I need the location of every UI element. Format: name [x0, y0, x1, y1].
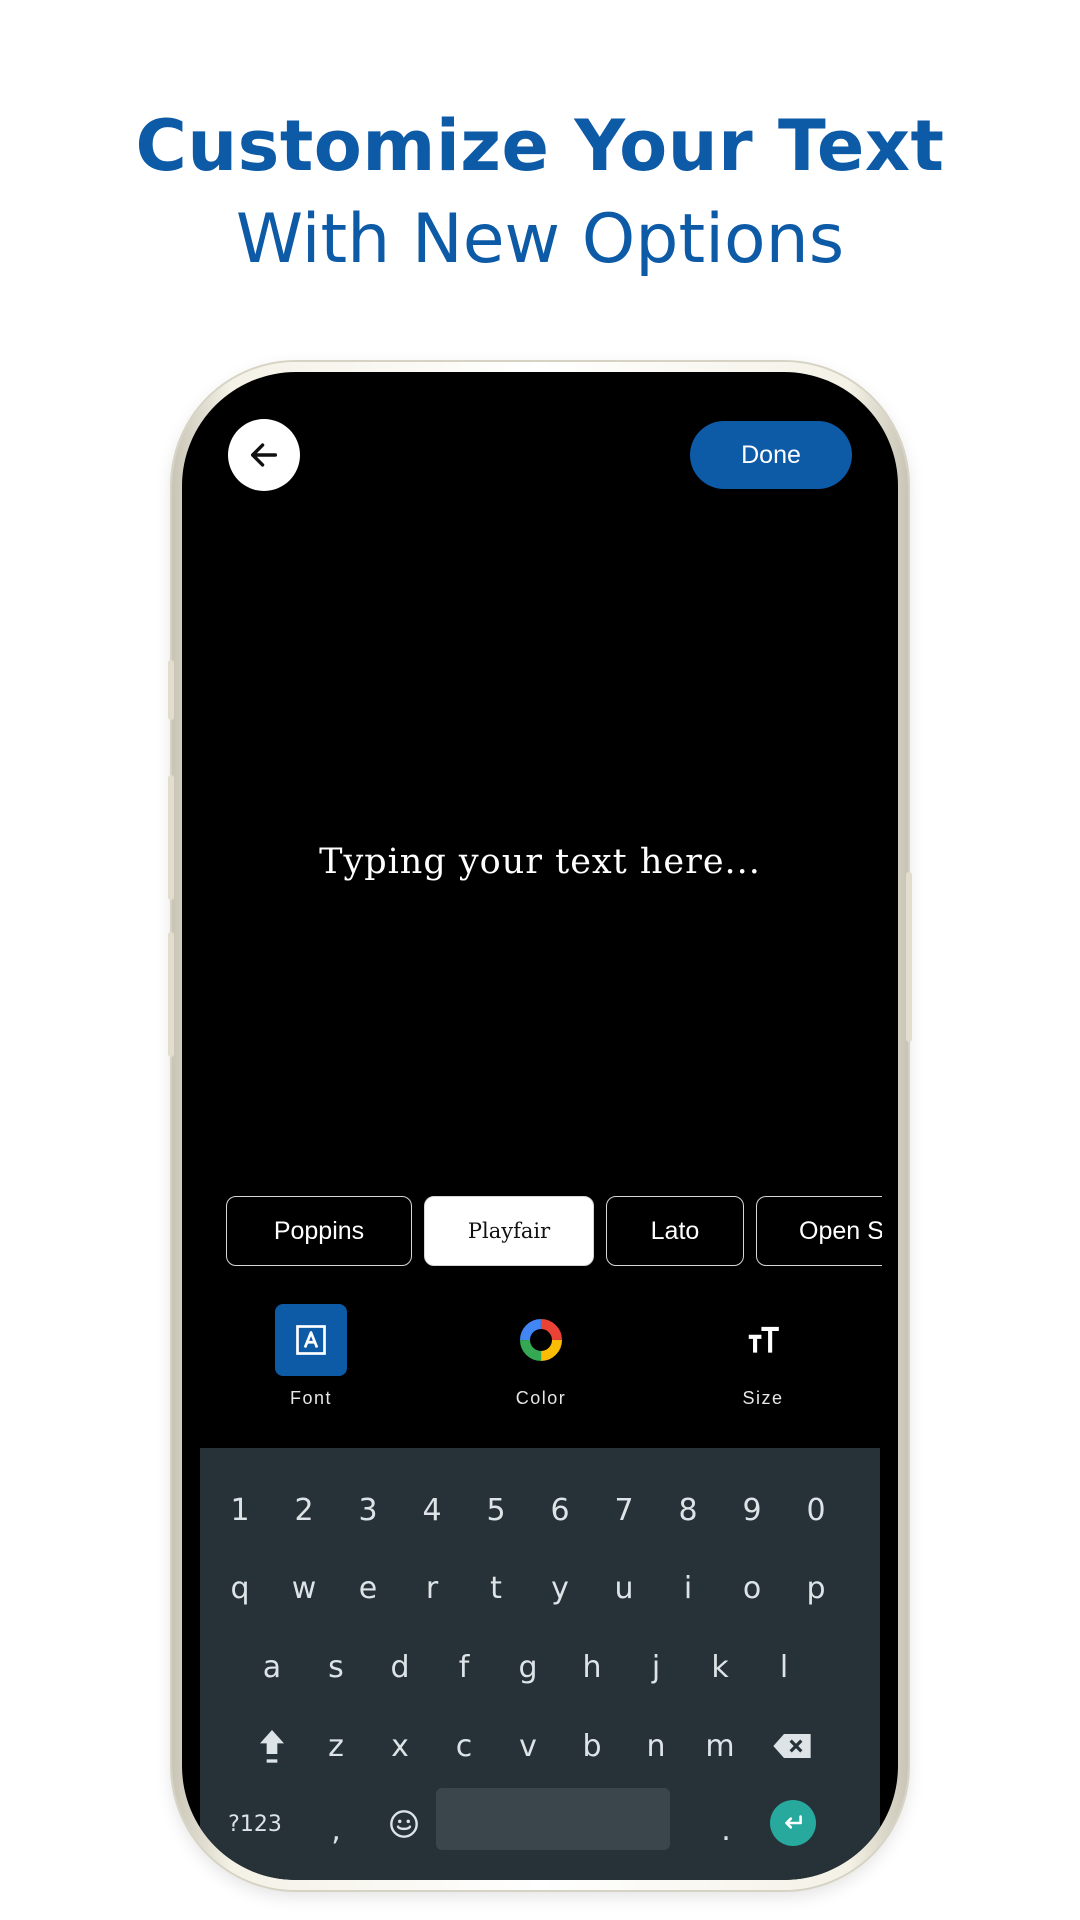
key-r[interactable]: r: [402, 1558, 462, 1618]
key-y[interactable]: y: [530, 1558, 590, 1618]
font-option-label: Open Sans: [799, 1216, 882, 1245]
key-t[interactable]: t: [466, 1558, 526, 1618]
key-h[interactable]: h: [562, 1637, 622, 1697]
text-input-canvas[interactable]: Typing your text here...: [182, 842, 898, 882]
tab-size-label: Size: [742, 1388, 784, 1408]
back-button[interactable]: [228, 419, 300, 491]
key-4[interactable]: 4: [402, 1480, 462, 1540]
text-size-icon: [748, 1326, 779, 1353]
key-j[interactable]: j: [626, 1637, 686, 1697]
tab-font-label: Font: [289, 1388, 333, 1408]
phone-screen: Done Typing your text here... Poppins Pl…: [182, 372, 898, 1880]
key-0[interactable]: 0: [786, 1480, 846, 1540]
emoji-icon: [390, 1810, 418, 1838]
phone-power-button: [906, 872, 912, 1042]
key-g[interactable]: g: [498, 1637, 558, 1697]
key-6[interactable]: 6: [530, 1480, 590, 1540]
key-3[interactable]: 3: [338, 1480, 398, 1540]
key-w[interactable]: w: [274, 1558, 334, 1618]
color-wheel-icon: [520, 1319, 562, 1361]
key-v[interactable]: v: [498, 1716, 558, 1776]
tab-color[interactable]: Color: [486, 1304, 596, 1409]
font-option-lato[interactable]: Lato: [606, 1196, 744, 1266]
size-tab-icon-box: [727, 1304, 799, 1376]
key-k[interactable]: k: [690, 1637, 750, 1697]
tab-font[interactable]: Font: [256, 1304, 366, 1409]
phone-side-button: [168, 775, 174, 900]
key-7[interactable]: 7: [594, 1480, 654, 1540]
space-key[interactable]: [436, 1788, 670, 1850]
font-options-row: Poppins Playfair Lato Open Sans: [226, 1196, 882, 1268]
enter-icon: [785, 1815, 802, 1829]
key-b[interactable]: b: [562, 1716, 622, 1776]
backspace-icon: [773, 1734, 811, 1758]
key-1[interactable]: 1: [210, 1480, 270, 1540]
phone-side-button: [168, 932, 174, 1057]
headline: Customize Your Text With New Options: [0, 98, 1080, 286]
key-a[interactable]: a: [242, 1637, 302, 1697]
tab-color-label: Color: [515, 1388, 567, 1408]
key-5[interactable]: 5: [466, 1480, 526, 1540]
arrow-left-icon: [250, 443, 278, 467]
key-z[interactable]: z: [306, 1716, 366, 1776]
key-n[interactable]: n: [626, 1716, 686, 1776]
key-s[interactable]: s: [306, 1637, 366, 1697]
key-q[interactable]: q: [210, 1558, 270, 1618]
key-c[interactable]: c: [434, 1716, 494, 1776]
key-d[interactable]: d: [370, 1637, 430, 1697]
key-8[interactable]: 8: [658, 1480, 718, 1540]
on-screen-keyboard: 1 2 3 4 5 6 7 8 9 0 q w e r t y u i o p …: [200, 1448, 880, 1880]
shift-icon: [260, 1730, 284, 1763]
key-i[interactable]: i: [658, 1558, 718, 1618]
symbols-key[interactable]: ?123: [220, 1794, 290, 1854]
period-key[interactable]: .: [696, 1800, 756, 1860]
key-m[interactable]: m: [690, 1716, 750, 1776]
shift-key[interactable]: [242, 1716, 302, 1776]
key-o[interactable]: o: [722, 1558, 782, 1618]
font-tab-icon-box: [275, 1304, 347, 1376]
key-9[interactable]: 9: [722, 1480, 782, 1540]
key-e[interactable]: e: [338, 1558, 398, 1618]
color-tab-icon-box: [505, 1304, 577, 1376]
done-button[interactable]: Done: [690, 421, 852, 489]
tab-size[interactable]: Size: [708, 1304, 818, 1409]
key-u[interactable]: u: [594, 1558, 654, 1618]
emoji-key[interactable]: [374, 1794, 434, 1854]
font-icon: [296, 1325, 326, 1355]
comma-key[interactable]: ,: [306, 1800, 366, 1860]
enter-key[interactable]: [770, 1800, 816, 1846]
key-l[interactable]: l: [754, 1637, 814, 1697]
font-option-playfair[interactable]: Playfair: [424, 1196, 594, 1266]
key-f[interactable]: f: [434, 1637, 494, 1697]
key-x[interactable]: x: [370, 1716, 430, 1776]
key-p[interactable]: p: [786, 1558, 846, 1618]
headline-title: Customize Your Text: [135, 105, 945, 187]
font-option-open-sans[interactable]: Open Sans: [756, 1196, 882, 1266]
font-option-poppins[interactable]: Poppins: [226, 1196, 412, 1266]
phone-side-button: [168, 660, 174, 720]
headline-subtitle: With New Options: [235, 200, 845, 279]
key-2[interactable]: 2: [274, 1480, 334, 1540]
backspace-key[interactable]: [762, 1716, 822, 1776]
